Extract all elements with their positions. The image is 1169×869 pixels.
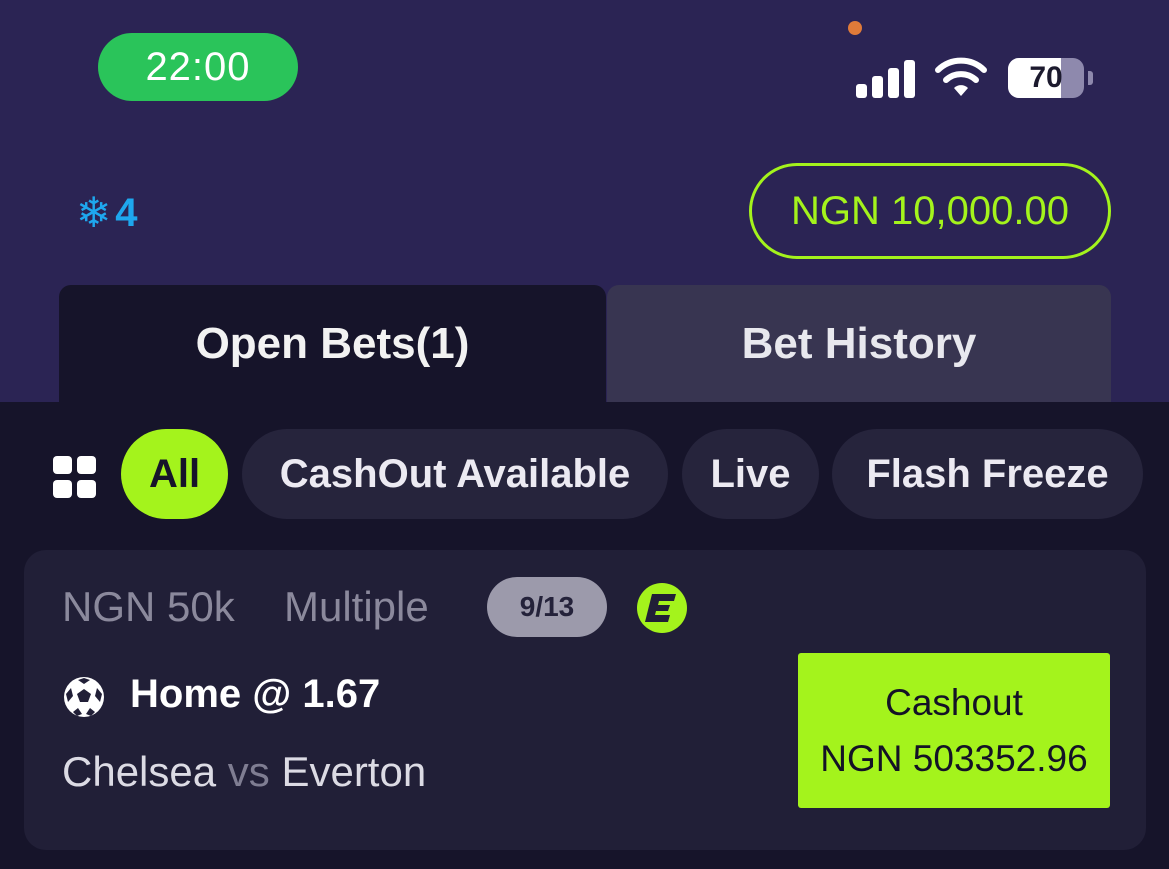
soccer-ball-icon <box>64 677 104 717</box>
e-logo-icon <box>637 583 687 633</box>
tab-bet-history-label: Bet History <box>741 318 977 368</box>
cashout-amount: NGN 503352.96 <box>820 737 1088 779</box>
filter-chip-cashout-available[interactable]: CashOut Available <box>242 429 668 519</box>
balance-label: NGN 10,000.00 <box>791 188 1069 233</box>
cellular-signal-icon <box>856 58 916 98</box>
cashout-button[interactable]: Cashout NGN 503352.96 <box>798 653 1110 808</box>
grid-cell <box>77 456 96 474</box>
balance-button[interactable]: NGN 10,000.00 <box>749 163 1111 259</box>
away-team: Everton <box>281 748 427 795</box>
legs-badge: 9/13 <box>487 577 607 637</box>
grid-cell <box>53 456 72 474</box>
legs-badge-text: 9/13 <box>519 591 575 622</box>
grid-cell <box>53 480 72 498</box>
battery-level: 70 <box>1029 61 1063 94</box>
status-time-text: 22:00 <box>145 44 251 89</box>
filter-chip-flash-freeze[interactable]: Flash Freeze <box>832 429 1143 519</box>
freeze-count: 4 <box>115 190 138 235</box>
match-name: Chelsea vs Everton <box>62 748 426 796</box>
battery-nub <box>1088 71 1093 85</box>
privacy-indicator-dot <box>848 21 862 35</box>
wifi-icon <box>935 57 987 96</box>
filter-chip-label: All <box>148 451 201 496</box>
signal-bar <box>872 76 883 98</box>
grid-icon[interactable] <box>53 456 97 498</box>
flash-freeze-counter[interactable]: ❄ 4 <box>76 189 137 237</box>
tab-open-bets[interactable]: Open Bets(1) <box>59 285 606 402</box>
battery-body: 70 <box>1008 58 1084 98</box>
snowflake-icon: ❄ <box>76 189 112 236</box>
bet-stake: NGN 50k <box>62 583 235 630</box>
signal-bar <box>888 68 899 98</box>
grid-cell <box>77 480 96 498</box>
status-time: 22:00 <box>98 33 298 101</box>
filter-chip-label: Live <box>710 451 791 496</box>
filter-chip-label: Flash Freeze <box>866 451 1109 496</box>
tab-open-bets-label: Open Bets(1) <box>195 318 470 368</box>
vs-label: vs <box>227 748 270 795</box>
bet-type: Multiple <box>284 583 429 630</box>
home-team: Chelsea <box>62 748 217 795</box>
tab-bet-history[interactable]: Bet History <box>607 285 1111 402</box>
filter-chip-live[interactable]: Live <box>682 429 819 519</box>
filter-chip-all[interactable]: All <box>121 429 228 519</box>
bet-selection: Home @ 1.67 <box>130 672 381 716</box>
battery-icon: 70 <box>1008 58 1093 98</box>
signal-bar <box>904 60 915 98</box>
signal-bar <box>856 84 867 98</box>
cashout-label: Cashout <box>885 681 1023 723</box>
filter-chip-label: CashOut Available <box>279 451 631 496</box>
